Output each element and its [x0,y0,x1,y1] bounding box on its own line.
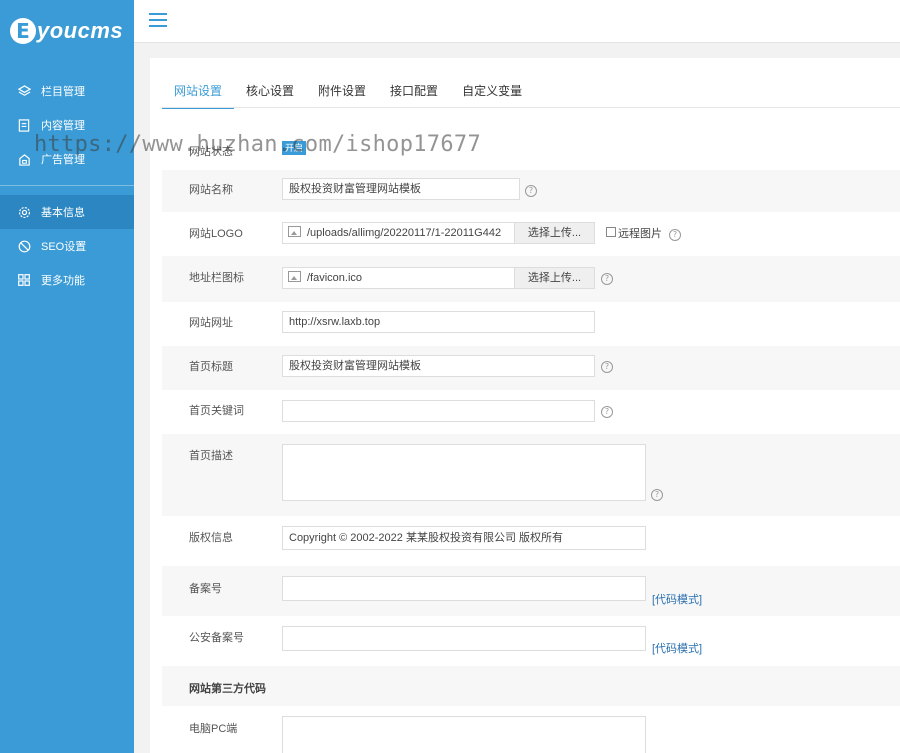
image-icon [288,226,301,237]
favicon-input[interactable]: /favicon.ico [282,267,516,289]
sidebar-item-label: 基本信息 [41,207,85,219]
sidebar-item-label: 广告管理 [41,154,85,166]
copyright-label: 版权信息 [189,532,233,544]
site-status-label: 网站状态 [189,146,233,158]
site-url-label: 网站网址 [189,317,233,329]
home-title-input[interactable]: 股权投资财富管理网站模板 [282,355,595,377]
help-icon[interactable]: ? [601,273,613,285]
tabs-divider [162,107,900,108]
sidebar-item-content[interactable]: 内容管理 [0,108,134,142]
help-icon[interactable]: ? [651,489,663,501]
icp-textarea[interactable] [282,576,646,601]
row-site-url: 网站网址 http://xsrw.laxb.top [162,302,900,346]
row-third-party-title: 网站第三方代码 [162,666,900,706]
main-panel: 网站设置 核心设置 附件设置 接口配置 自定义变量 网站状态 开启 网站名称 股… [150,58,900,753]
home-description-label: 首页描述 [189,450,233,462]
site-status-switch[interactable]: 开启 [282,141,307,155]
layers-icon [17,84,31,98]
row-site-logo: 网站LOGO /uploads/allimg/20220117/1-22011G… [162,212,900,256]
row-site-name: 网站名称 股权投资财富管理网站模板 ? [162,170,900,212]
sidebar-item-label: SEO设置 [41,241,87,253]
police-code-mode-link[interactable]: [代码模式] [652,640,702,656]
logo-text: youcms [37,18,124,43]
sidebar-item-label: 栏目管理 [41,86,85,98]
topbar [134,0,900,43]
row-home-description: 首页描述 ? [162,434,900,516]
sidebar-item-columns[interactable]: 栏目管理 [0,74,134,108]
row-copyright: 版权信息 Copyright © 2002-2022 某某股权投资有限公司 版权… [162,516,900,566]
image-icon [288,271,301,282]
icp-code-mode-link[interactable]: [代码模式] [652,591,702,607]
logo-badge: E [10,18,36,44]
row-favicon: 地址栏图标 /favicon.ico 选择上传... ? [162,256,900,302]
document-icon [17,118,31,132]
tab-bar: 网站设置 核心设置 附件设置 接口配置 自定义变量 [162,76,534,109]
logo[interactable]: E youcms [10,18,123,44]
site-name-input[interactable]: 股权投资财富管理网站模板 [282,178,520,200]
seo-icon [17,239,31,253]
sidebar-item-basic-info[interactable]: 基本信息 [0,195,134,229]
home-title-label: 首页标题 [189,361,233,373]
tab-custom-variables[interactable]: 自定义变量 [450,76,534,109]
row-site-status: 网站状态 开启 [162,130,900,170]
row-home-keywords: 首页关键词 ? [162,390,900,434]
favicon-label: 地址栏图标 [189,272,244,284]
pc-code-label: 电脑PC端 [189,723,238,735]
police-icp-label: 公安备案号 [189,632,244,644]
row-home-title: 首页标题 股权投资财富管理网站模板 ? [162,346,900,390]
row-pc-code: 电脑PC端 [162,706,900,753]
home-keywords-label: 首页关键词 [189,405,244,417]
sidebar-item-label: 更多功能 [41,275,85,287]
home-keywords-input[interactable] [282,400,595,422]
site-logo-path: /uploads/allimg/20220117/1-22011G442 [307,227,502,239]
gear-icon [17,205,31,219]
favicon-path: /favicon.ico [307,272,363,284]
site-logo-input[interactable]: /uploads/allimg/20220117/1-22011G442 [282,222,516,244]
sidebar-nav-top: 栏目管理 内容管理 广告管理 基本信息 SEO设置 更多功能 [0,74,134,297]
remote-image-checkbox[interactable] [606,227,616,237]
remote-image-label: 远程图片 [618,228,662,240]
site-logo-label: 网站LOGO [189,228,243,240]
menu-toggle-icon[interactable] [149,13,167,27]
help-icon[interactable]: ? [601,361,613,373]
site-name-label: 网站名称 [189,184,233,196]
police-icp-textarea[interactable] [282,626,646,651]
help-icon[interactable]: ? [669,229,681,241]
sidebar-divider [0,185,134,186]
home-description-textarea[interactable] [282,444,646,501]
sidebar: E youcms 栏目管理 内容管理 广告管理 基本信息 SEO设置 更多功能 [0,0,134,753]
row-icp: 备案号 [代码模式] [162,566,900,616]
pc-code-textarea[interactable] [282,716,646,753]
sidebar-item-label: 内容管理 [41,120,85,132]
tab-site-settings[interactable]: 网站设置 [162,76,235,109]
favicon-upload-button[interactable]: 选择上传... [514,267,595,289]
grid-icon [17,273,31,287]
ad-icon [17,152,31,166]
logo-upload-button[interactable]: 选择上传... [514,222,595,244]
sidebar-item-seo[interactable]: SEO设置 [0,229,134,263]
site-url-input[interactable]: http://xsrw.laxb.top [282,311,595,333]
row-police-icp: 公安备案号 [代码模式] [162,616,900,666]
tab-attachment-settings[interactable]: 附件设置 [306,76,378,109]
tab-api-config[interactable]: 接口配置 [378,76,450,109]
copyright-textarea[interactable]: Copyright © 2002-2022 某某股权投资有限公司 版权所有 [282,526,646,550]
icp-label: 备案号 [189,583,222,595]
tab-core-settings[interactable]: 核心设置 [234,76,306,109]
third-party-section-title: 网站第三方代码 [189,683,266,695]
sidebar-item-more[interactable]: 更多功能 [0,263,134,297]
help-icon[interactable]: ? [525,185,537,197]
sidebar-item-ads[interactable]: 广告管理 [0,142,134,176]
help-icon[interactable]: ? [601,406,613,418]
